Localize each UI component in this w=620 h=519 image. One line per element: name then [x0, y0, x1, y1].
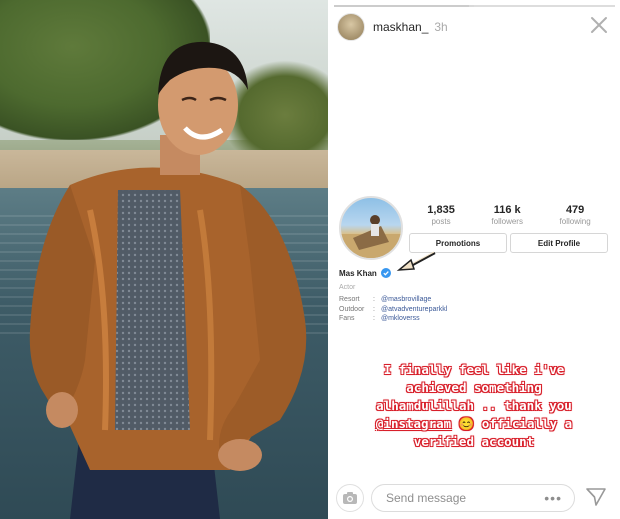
edit-profile-button: Edit Profile [510, 233, 608, 253]
bio-row-resort: Resort : @masbrovillage [339, 296, 432, 304]
story-progress-bar [334, 5, 615, 7]
story-message-text: I finally feel like i've achieved someth… [343, 361, 605, 451]
profile-category: Actor [339, 284, 356, 291]
send-message-placeholder: Send message [386, 491, 467, 505]
send-message-input[interactable]: Send message ••• [371, 484, 575, 512]
bio-row-outdoor: Outdoor : @atvadventureparkkl [339, 305, 448, 313]
stat-followers: 116 k followers [491, 204, 523, 226]
bio-link-resort: @masbrovillage [381, 296, 432, 304]
camera-icon [343, 492, 357, 504]
bio-row-fans: Fans : @mkloverss [339, 315, 420, 323]
story-username[interactable]: maskhan_ [373, 20, 428, 34]
instagram-story: maskhan_ 3h 1,835 posts 116 k followers [329, 0, 620, 519]
story-timestamp: 3h [434, 20, 448, 34]
bio-link-fans: @mkloverss [381, 315, 420, 323]
verified-badge-icon [380, 268, 391, 278]
story-avatar[interactable] [337, 13, 365, 41]
message-line-4: @instagram 😊 officially a [375, 416, 573, 431]
profile-avatar [339, 196, 403, 260]
story-header: maskhan_ 3h [337, 13, 448, 41]
smile-emoji: 😊 [458, 416, 475, 431]
pointer-arrow [396, 251, 436, 271]
stat-posts: 1,835 posts [427, 204, 455, 226]
message-line-2: achieved something [406, 380, 542, 395]
close-icon[interactable] [588, 14, 610, 36]
more-icon[interactable]: ••• [544, 490, 562, 506]
screenshot-root: maskhan_ 3h 1,835 posts 116 k followers [0, 0, 620, 519]
profile-stats: 1,835 posts 116 k followers 479 followin… [409, 204, 609, 226]
bio-link-outdoor: @atvadventureparkkl [381, 305, 448, 313]
instagram-mention[interactable]: @instagram [376, 416, 451, 431]
story-reply-bar: Send message ••• [329, 480, 620, 514]
stat-following: 479 following [559, 204, 591, 226]
profile-name-row: Mas Khan [339, 268, 391, 278]
person-figure [29, 41, 307, 519]
photo-man-laughing [0, 0, 328, 519]
message-line-5: verified account [413, 434, 535, 449]
message-line-3: alhamdulillah .. thank you [376, 398, 572, 413]
message-line-1: I finally feel like i've [383, 362, 565, 377]
profile-name: Mas Khan [339, 268, 377, 278]
direct-send-icon[interactable] [585, 486, 607, 508]
camera-button[interactable] [336, 484, 364, 512]
profile-bio: Actor Resort : @masbrovillage Outdoor : … [339, 284, 447, 324]
